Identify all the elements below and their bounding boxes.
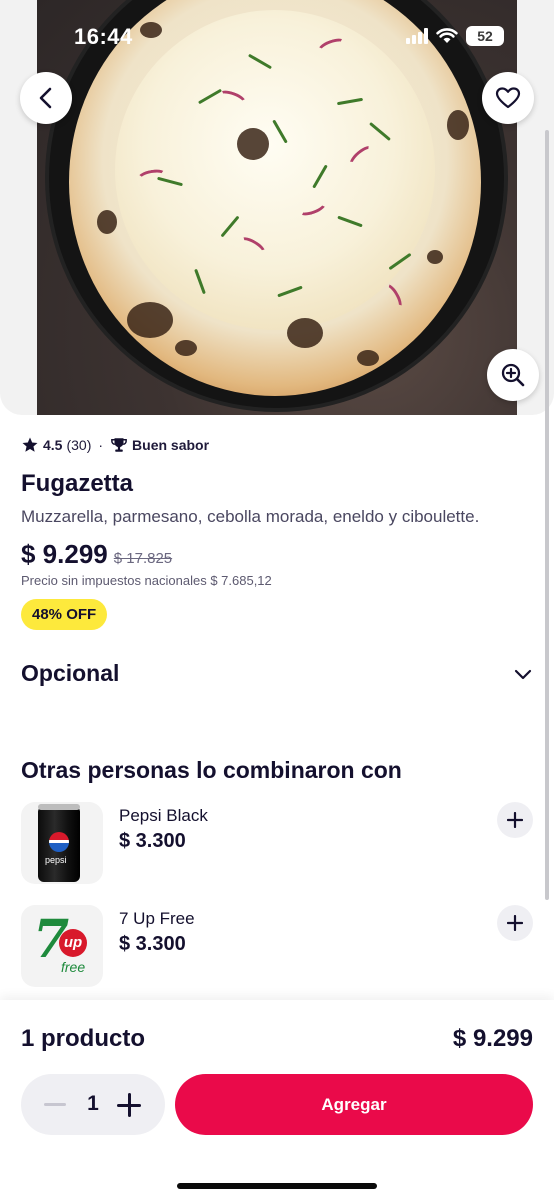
separator-dot: ·	[98, 437, 104, 453]
rating-value: 4.5	[43, 437, 63, 453]
combo-item-7up-free[interactable]: 7 up free 7 Up Free $ 3.300	[21, 905, 533, 987]
zoom-image-button[interactable]	[487, 349, 539, 401]
combo-item-price: $ 3.300	[119, 830, 186, 852]
scrollbar[interactable]	[545, 130, 549, 900]
battery-indicator: 52	[466, 26, 504, 46]
rating-count: (30)	[66, 437, 92, 453]
cart-product-count: 1 producto	[21, 1025, 145, 1052]
back-button[interactable]	[20, 72, 72, 124]
cellular-signal-icon	[406, 28, 428, 44]
product-title: Fugazetta	[21, 470, 134, 497]
original-price: $ 17.825	[113, 550, 173, 567]
add-combo-button[interactable]	[497, 905, 533, 941]
zoom-in-icon	[501, 363, 525, 387]
status-bar: 16:44 52	[0, 22, 554, 52]
pepsi-can-image: pepsi	[21, 802, 103, 884]
plus-icon	[507, 915, 523, 931]
increase-quantity-button[interactable]	[117, 1088, 141, 1122]
options-accordion[interactable]: Opcional	[21, 660, 533, 687]
chevron-left-icon	[39, 87, 52, 109]
star-icon	[22, 437, 38, 452]
product-price: $ 9.299	[21, 539, 108, 569]
quality-tag: Buen sabor	[132, 437, 210, 453]
price-row: $ 9.299 $ 17.825	[21, 539, 172, 570]
home-indicator	[177, 1183, 377, 1189]
combo-item-pepsi-black[interactable]: pepsi Pepsi Black $ 3.300	[21, 802, 533, 884]
minus-icon	[44, 1103, 66, 1106]
add-to-cart-button[interactable]: Agregar	[175, 1074, 533, 1135]
status-time: 16:44	[74, 24, 133, 49]
options-title: Opcional	[21, 660, 120, 686]
trophy-icon	[111, 438, 127, 452]
combo-item-name: Pepsi Black	[119, 806, 208, 825]
chevron-down-icon	[514, 669, 532, 679]
product-hero: 16:44 52	[0, 0, 554, 415]
tax-note: Precio sin impuestos nacionales $ 7.685,…	[21, 573, 272, 588]
add-combo-button[interactable]	[497, 802, 533, 838]
product-description: Muzzarella, parmesano, cebolla morada, e…	[21, 507, 480, 526]
wifi-icon	[436, 28, 458, 43]
plus-icon	[507, 812, 523, 828]
combo-item-name: 7 Up Free	[119, 909, 195, 928]
rating-row: 4.5 (30) · Buen sabor	[21, 436, 209, 454]
cart-total: $ 9.299	[452, 1025, 533, 1052]
7up-logo-image: 7 up free	[21, 905, 103, 987]
combos-title: Otras personas lo combinaron con	[21, 757, 402, 783]
quantity-value: 1	[87, 1092, 99, 1115]
quantity-stepper: 1	[21, 1074, 165, 1135]
combo-item-price: $ 3.300	[119, 933, 186, 955]
heart-outline-icon	[495, 87, 521, 109]
favorite-button[interactable]	[482, 72, 534, 124]
cart-bar: 1 producto $ 9.299 1 Agregar	[0, 1000, 554, 1200]
discount-badge: 48% OFF	[21, 599, 108, 630]
pizza-photo	[37, 0, 517, 415]
